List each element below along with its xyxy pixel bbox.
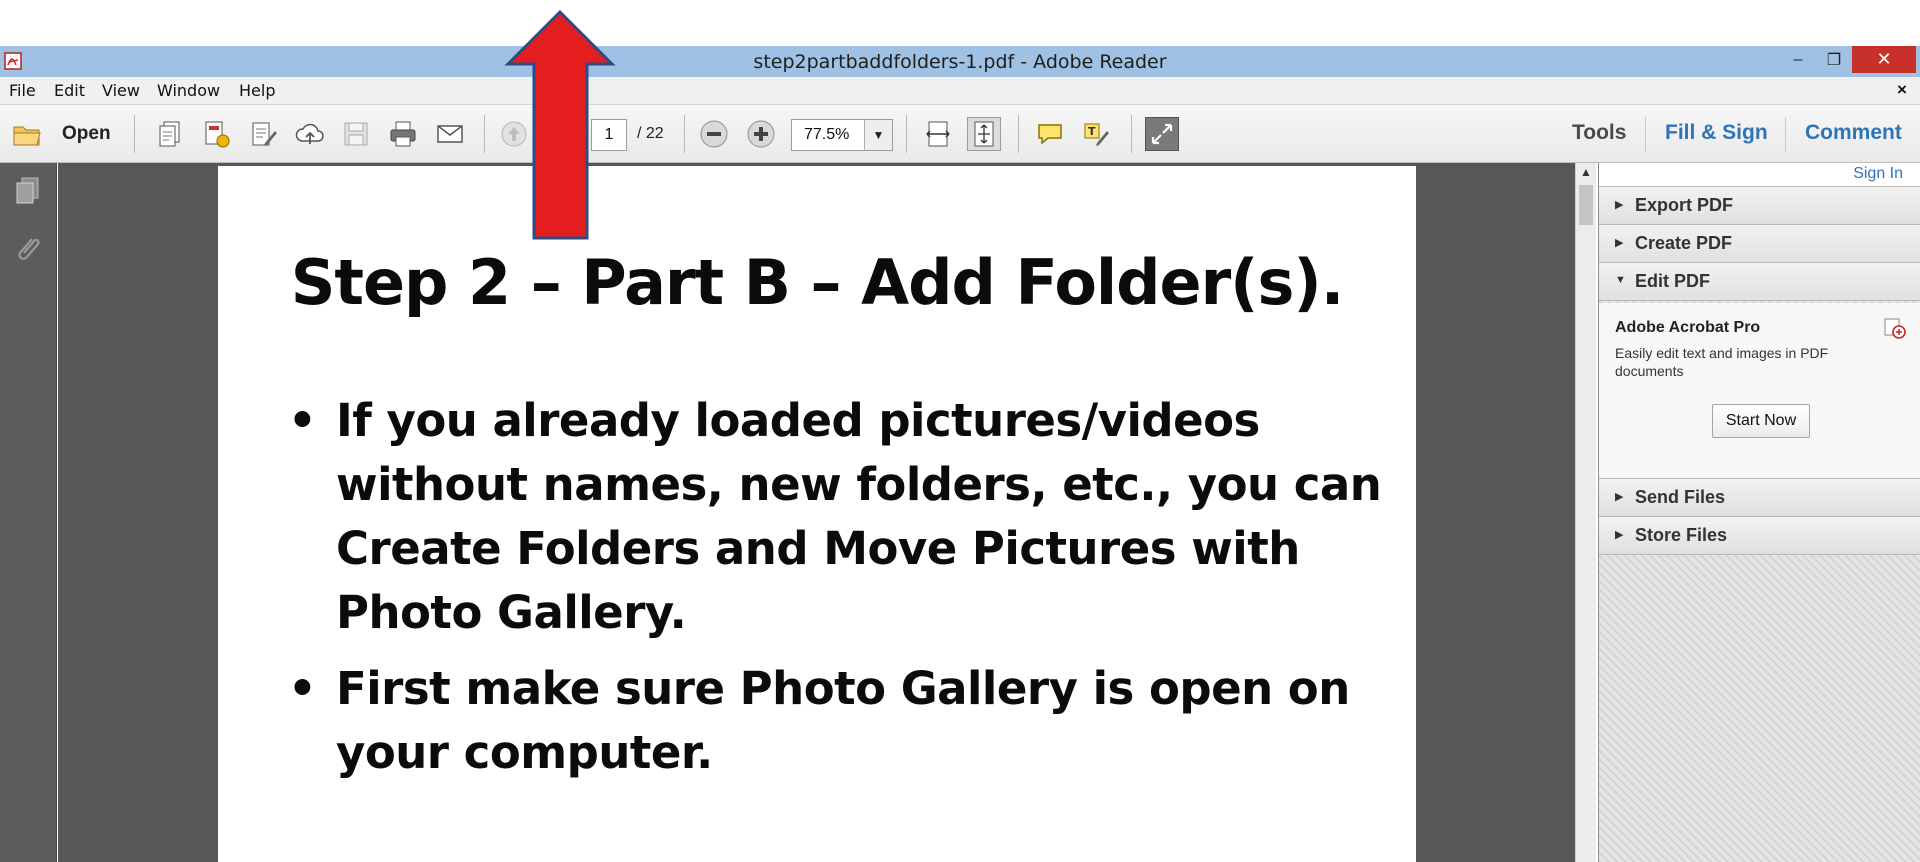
create-pdf-icon[interactable] (153, 117, 187, 151)
fit-page-icon[interactable] (967, 117, 1001, 151)
toolbar-separator (1131, 115, 1132, 153)
fit-width-icon[interactable] (921, 117, 955, 151)
menu-edit[interactable]: Edit (54, 81, 85, 100)
toolbar-separator (484, 115, 485, 153)
zoom-out-icon[interactable] (697, 117, 731, 151)
section-label: Store Files (1635, 525, 1728, 545)
toolbar-separator (906, 115, 907, 153)
minimize-button[interactable]: – (1780, 46, 1816, 73)
section-store-files[interactable]: ▶ Store Files (1599, 517, 1920, 555)
section-label: Create PDF (1635, 233, 1733, 253)
email-icon[interactable] (433, 117, 467, 151)
expand-arrow-icon: ▶ (1615, 491, 1624, 503)
navigation-pane (0, 163, 57, 862)
collapse-arrow-icon: ▼ (1615, 274, 1626, 286)
sticky-note-icon[interactable] (1033, 117, 1067, 151)
expand-arrow-icon: ▶ (1615, 237, 1624, 249)
page-total: / 22 (637, 125, 664, 142)
title-bar: step2partbaddfolders-1.pdf - Adobe Reade… (0, 46, 1920, 77)
window-title: step2partbaddfolders-1.pdf - Adobe Reade… (753, 51, 1167, 73)
zoom-in-icon[interactable] (744, 117, 778, 151)
upload-cloud-icon[interactable] (293, 117, 327, 151)
tools-pane-button[interactable]: Tools (1572, 121, 1626, 145)
start-now-button[interactable]: Start Now (1712, 404, 1810, 438)
close-document-button[interactable]: × (1897, 80, 1907, 100)
tools-panel: Sign In ▶ Export PDF ▶ Create PDF ▼ Edit… (1598, 163, 1920, 862)
highlight-text-icon[interactable]: T (1080, 117, 1114, 151)
open-button-label[interactable]: Open (62, 123, 111, 145)
chevron-down-icon[interactable]: ▼ (864, 120, 892, 150)
vertical-scrollbar[interactable]: ▲ (1575, 163, 1596, 862)
section-label: Export PDF (1635, 195, 1734, 215)
save-icon[interactable] (339, 117, 373, 151)
toolbar-separator (684, 115, 685, 153)
adobe-reader-window: step2partbaddfolders-1.pdf - Adobe Reade… (0, 0, 1920, 862)
comment-pane-button[interactable]: Comment (1805, 121, 1902, 145)
sign-in-link[interactable]: Sign In (1853, 165, 1903, 183)
bullet-text: If you already loaded pictures/videos wi… (336, 394, 1382, 639)
previous-page-icon[interactable] (497, 117, 531, 151)
zoom-level-select[interactable]: 77.5% ▼ (791, 119, 893, 151)
toolbar-separator (1018, 115, 1019, 153)
bullet-marker: • (288, 662, 317, 715)
bullet-item: • If you already loaded pictures/videos … (288, 389, 1398, 645)
print-icon[interactable] (386, 117, 420, 151)
page-number-input[interactable]: 1 (591, 119, 627, 151)
bullet-marker: • (288, 394, 317, 447)
bullet-text: First make sure Photo Gallery is open on… (336, 662, 1350, 779)
edit-pdf-content: Adobe Acrobat Pro Easily edit text and i… (1599, 303, 1920, 479)
page-thumbnails-icon[interactable] (10, 173, 46, 209)
zoom-level-value: 77.5% (804, 126, 850, 143)
product-name: Adobe Acrobat Pro (1615, 319, 1761, 336)
fill-sign-pane-button[interactable]: Fill & Sign (1665, 121, 1768, 145)
slide-title: Step 2 – Part B – Add Folder(s). (290, 246, 1345, 319)
menu-view[interactable]: View (102, 81, 140, 100)
section-send-files[interactable]: ▶ Send Files (1599, 479, 1920, 517)
toolbar-separator (1645, 117, 1646, 153)
section-edit-pdf[interactable]: ▼ Edit PDF (1599, 263, 1920, 301)
acrobat-pro-icon (1884, 318, 1906, 339)
pdf-settings-icon[interactable] (199, 117, 233, 151)
scrollbar-thumb[interactable] (1579, 185, 1593, 225)
menu-bar: File Edit View Window Help × (0, 77, 1920, 105)
menu-help[interactable]: Help (239, 81, 275, 100)
attachments-paperclip-icon[interactable] (10, 231, 46, 267)
scroll-up-icon[interactable]: ▲ (1576, 163, 1596, 181)
toolbar: Open 1 / 22 77.5% ▼ T Tools Fill & Sign … (0, 105, 1920, 163)
section-create-pdf[interactable]: ▶ Create PDF (1599, 225, 1920, 263)
toolbar-separator (1785, 117, 1786, 153)
section-label: Edit PDF (1635, 271, 1710, 291)
maximize-button[interactable]: ❐ (1816, 46, 1852, 73)
edit-document-icon[interactable] (247, 117, 281, 151)
section-label: Send Files (1635, 487, 1726, 507)
toolbar-separator (134, 115, 135, 153)
close-button[interactable]: ✕ (1852, 46, 1916, 73)
bullet-item: • First make sure Photo Gallery is open … (288, 657, 1398, 785)
expand-arrow-icon: ▶ (1615, 199, 1624, 211)
open-folder-icon[interactable] (10, 117, 44, 151)
menu-file[interactable]: File (9, 81, 36, 100)
section-export-pdf[interactable]: ▶ Export PDF (1599, 187, 1920, 225)
svg-text:T: T (1088, 125, 1096, 138)
expand-arrow-icon: ▶ (1615, 529, 1624, 541)
full-screen-icon[interactable] (1145, 117, 1179, 151)
menu-window[interactable]: Window (157, 81, 220, 100)
sign-in-row: Sign In (1599, 163, 1920, 187)
product-description: Easily edit text and images in PDF docum… (1615, 345, 1829, 379)
pdf-page: Step 2 – Part B – Add Folder(s). • If yo… (218, 166, 1416, 862)
